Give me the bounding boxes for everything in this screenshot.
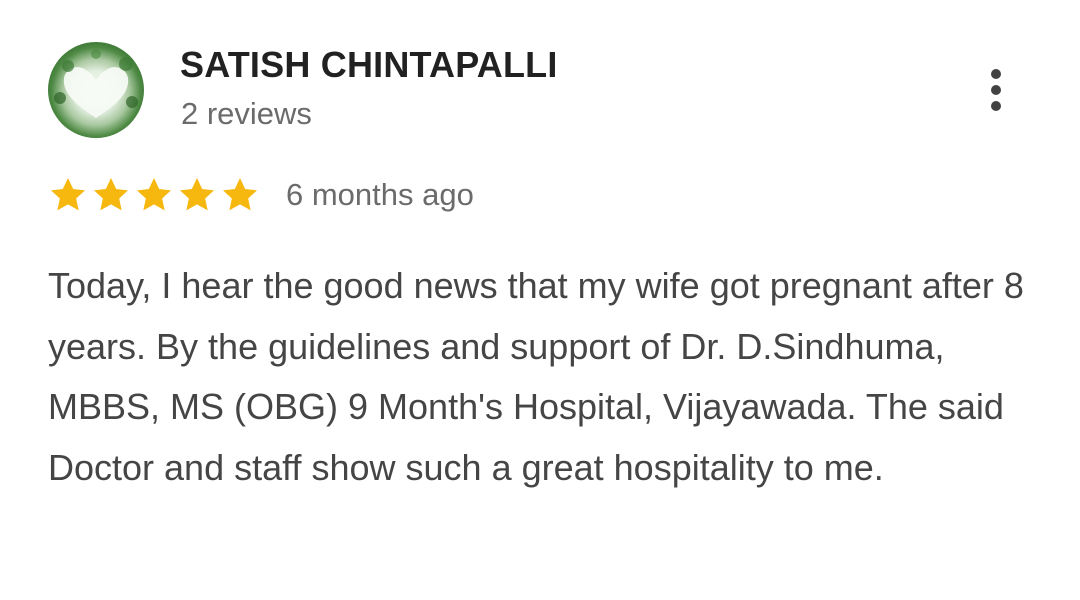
review-count: 2 reviews — [181, 96, 312, 131]
heart-leaves-icon — [54, 49, 138, 118]
star-icon — [137, 178, 171, 211]
review-date: 6 months ago — [286, 177, 474, 212]
rating-row: 6 months ago — [48, 172, 474, 218]
more-vertical-icon-dot — [991, 69, 1001, 79]
more-vertical-icon-dot — [991, 101, 1001, 111]
review-card: SATISH CHINTAPALLI 2 reviews 6 months ag… — [0, 0, 1080, 600]
reviewer-name[interactable]: SATISH CHINTAPALLI — [180, 44, 558, 86]
star-rating — [48, 175, 260, 215]
reviewer-avatar[interactable] — [48, 42, 144, 138]
star-icon — [94, 178, 128, 211]
more-options-button[interactable] — [968, 58, 1024, 122]
star-icon — [223, 178, 257, 211]
more-vertical-icon-dot — [991, 85, 1001, 95]
star-icon — [180, 178, 214, 211]
review-text: Today, I hear the good news that my wife… — [48, 265, 1024, 488]
star-icon — [51, 178, 85, 211]
